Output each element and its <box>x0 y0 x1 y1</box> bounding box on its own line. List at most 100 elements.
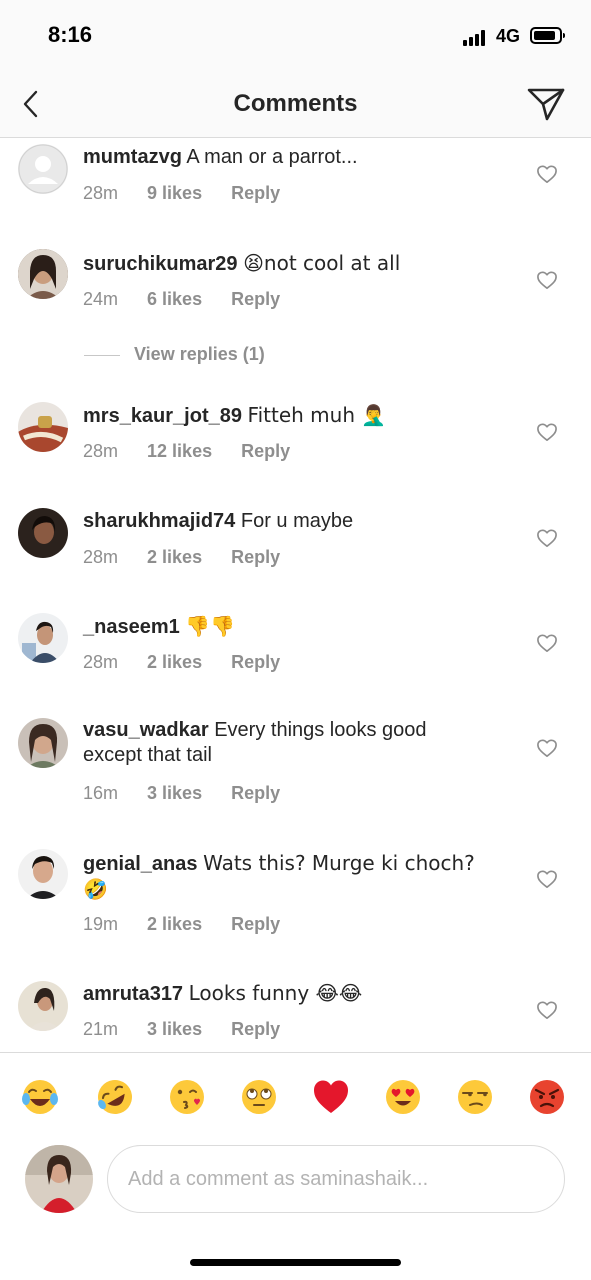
comment-time: 24m <box>83 289 119 309</box>
comment-likes[interactable]: 3 likes <box>147 1019 202 1040</box>
avatar[interactable] <box>18 613 68 663</box>
heart-outline-icon[interactable] <box>536 1000 558 1020</box>
comment-time: 28m <box>83 547 119 567</box>
avatar-photo <box>18 849 68 899</box>
emoji-angry-button[interactable] <box>527 1077 567 1117</box>
emoji-eye-roll-button[interactable] <box>239 1077 279 1117</box>
home-indicator <box>190 1259 401 1266</box>
emoji-quick-bar <box>0 1052 591 1140</box>
emoji-heart-eyes-button[interactable] <box>383 1077 423 1117</box>
comment-body: 😫not cool at all <box>243 251 401 275</box>
battery-icon <box>530 27 565 44</box>
comment-likes[interactable]: 12 likes <box>147 441 212 462</box>
comment-username[interactable]: mrs_kaur_jot_89 <box>83 405 242 427</box>
avatar-photo <box>18 718 68 768</box>
comment-time: 21m <box>83 1019 119 1039</box>
comment-time: 28m <box>83 183 119 203</box>
comment-time: 19m <box>83 914 119 934</box>
default-avatar-icon <box>18 144 68 194</box>
pouting-face-emoji-icon <box>530 1080 564 1114</box>
comment-username[interactable]: sharukhmajid74 <box>83 510 235 532</box>
emoji-tears-of-joy-button[interactable] <box>20 1077 60 1117</box>
comment-username[interactable]: mumtazvg <box>83 146 182 168</box>
heart-outline-icon[interactable] <box>536 869 558 889</box>
view-replies-label: View replies (1) <box>134 344 265 364</box>
comment-likes[interactable]: 2 likes <box>147 652 202 673</box>
comment-text: _naseem1 👎👎 <box>83 614 503 640</box>
heart-outline-icon[interactable] <box>536 422 558 442</box>
comment-text: mumtazvg A man or a parrot... <box>83 145 503 170</box>
avatar-photo <box>18 249 68 299</box>
avatar-photo <box>18 402 68 452</box>
comment-text: sharukhmajid74 For u maybe <box>83 509 503 534</box>
comment-username[interactable]: _naseem1 <box>83 616 180 638</box>
comment-likes[interactable]: 3 likes <box>147 783 202 804</box>
comment-likes[interactable]: 9 likes <box>147 183 202 204</box>
comment-username[interactable]: genial_anas <box>83 853 198 875</box>
comment-likes[interactable]: 2 likes <box>147 547 202 568</box>
comment-text: vasu_wadkar Every things looks good exce… <box>83 718 483 768</box>
reply-button[interactable]: Reply <box>231 914 280 935</box>
avatar-photo <box>25 1145 93 1213</box>
avatar[interactable] <box>18 718 68 768</box>
comment-likes[interactable]: 2 likes <box>147 914 202 935</box>
reply-button[interactable]: Reply <box>241 441 290 462</box>
reply-button[interactable]: Reply <box>231 652 280 673</box>
comment-meta: 28m 9 likes Reply <box>83 183 304 204</box>
avatar[interactable] <box>18 144 68 194</box>
avatar-photo <box>18 981 68 1031</box>
heart-outline-icon[interactable] <box>536 164 558 184</box>
comment-composer <box>0 1140 591 1230</box>
reply-button[interactable]: Reply <box>231 783 280 804</box>
comment-username[interactable]: suruchikumar29 <box>83 253 238 275</box>
emoji-unamused-button[interactable] <box>455 1077 495 1117</box>
emoji-kiss-button[interactable] <box>167 1077 207 1117</box>
comment-likes[interactable]: 6 likes <box>147 289 202 310</box>
comment-text: suruchikumar29 😫not cool at all <box>83 251 503 277</box>
comment-username[interactable]: vasu_wadkar <box>83 719 209 741</box>
heart-outline-icon[interactable] <box>536 528 558 548</box>
nav-bar: Comments <box>0 72 591 138</box>
emoji-rofl-button[interactable] <box>95 1077 135 1117</box>
heart-outline-icon[interactable] <box>536 270 558 290</box>
avatar[interactable] <box>18 981 68 1031</box>
comment-text: amruta317 Looks funny 😂😂 <box>83 981 503 1007</box>
avatar[interactable] <box>18 402 68 452</box>
comment-input[interactable] <box>107 1145 565 1213</box>
reply-button[interactable]: Reply <box>231 1019 280 1040</box>
red-heart-emoji-icon <box>314 1080 348 1113</box>
avatar[interactable] <box>18 249 68 299</box>
face-rolling-eyes-emoji-icon <box>242 1080 276 1114</box>
avatar[interactable] <box>18 849 68 899</box>
comment-body: Looks funny 😂😂 <box>188 981 363 1005</box>
face-blowing-kiss-emoji-icon <box>170 1080 204 1114</box>
comment-body: 👎👎 <box>185 614 236 638</box>
comment-username[interactable]: amruta317 <box>83 983 183 1005</box>
share-button[interactable] <box>526 84 566 124</box>
heart-outline-icon[interactable] <box>536 738 558 758</box>
reply-button[interactable]: Reply <box>231 289 280 310</box>
paper-plane-icon <box>527 88 565 121</box>
comment-body: Fitteh muh 🤦‍♂️ <box>247 403 387 427</box>
comment-time: 28m <box>83 652 119 672</box>
unamused-face-emoji-icon <box>458 1080 492 1114</box>
divider <box>84 355 120 356</box>
current-user-avatar <box>25 1145 93 1213</box>
reply-button[interactable]: Reply <box>231 547 280 568</box>
comment-time: 16m <box>83 783 119 803</box>
heart-outline-icon[interactable] <box>536 633 558 653</box>
avatar-photo <box>18 613 68 663</box>
network-type: 4G <box>496 26 521 46</box>
comment-text: mrs_kaur_jot_89 Fitteh muh 🤦‍♂️ <box>83 403 503 429</box>
comment-time: 28m <box>83 441 119 461</box>
comment-meta: 24m 6 likes Reply <box>83 289 304 310</box>
reply-button[interactable]: Reply <box>231 183 280 204</box>
comment-meta: 28m 2 likes Reply <box>83 547 304 568</box>
rofl-emoji-icon <box>98 1080 132 1114</box>
tears-of-joy-emoji-icon <box>22 1080 58 1114</box>
comment-text: genial_anas Wats this? Murge ki choch? 🤣 <box>83 851 498 903</box>
comment-meta: 28m 2 likes Reply <box>83 652 304 673</box>
avatar[interactable] <box>18 508 68 558</box>
emoji-heart-button[interactable] <box>311 1077 351 1117</box>
signal-strength-icon <box>463 30 489 46</box>
